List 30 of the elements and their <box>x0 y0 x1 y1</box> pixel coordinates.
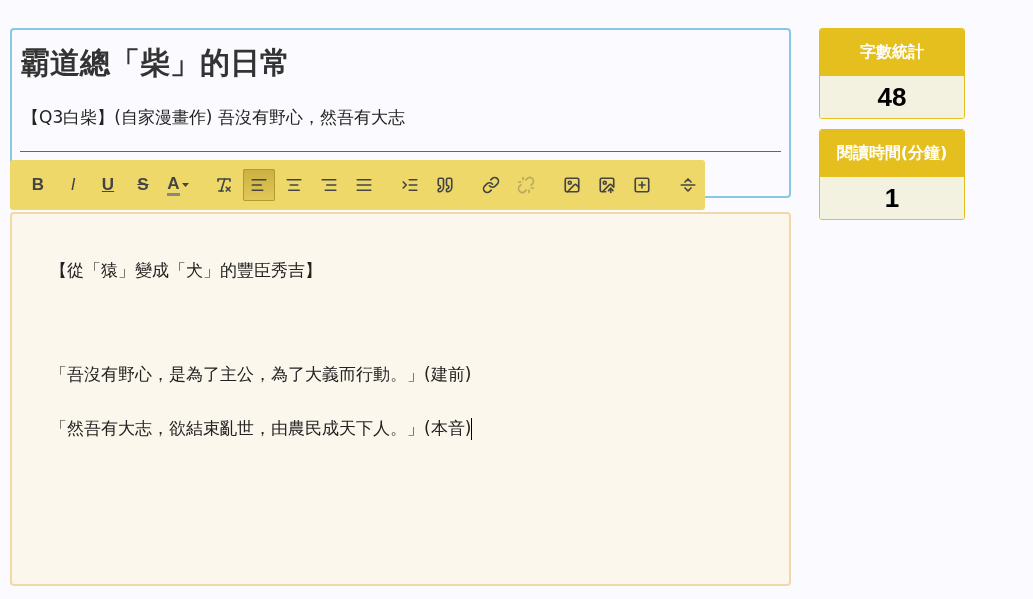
image-icon <box>563 176 581 194</box>
align-right-icon <box>320 176 338 194</box>
text-color-button[interactable]: A <box>162 169 194 201</box>
align-left-button[interactable] <box>243 169 275 201</box>
unlink-icon <box>517 176 535 194</box>
editor-paragraph: 「吾沒有野心，是為了主公，為了大義而行動。」(建前) <box>50 363 473 386</box>
stat-value: 48 <box>820 76 964 118</box>
clear-format-icon <box>215 176 233 194</box>
add-block-icon <box>633 176 651 194</box>
caret-icon <box>181 183 189 187</box>
stat-label: 字數統計 <box>820 29 964 76</box>
bold-button[interactable]: B <box>22 169 54 201</box>
strike-button[interactable]: S <box>127 169 159 201</box>
post-title[interactable]: 霸道總「柴」的日常 <box>20 42 781 84</box>
horizontal-rule-icon <box>679 176 697 194</box>
editor-paragraph: 【從「猿」變成「犬」的豐臣秀吉】 <box>50 259 323 282</box>
underline-button[interactable]: U <box>92 169 124 201</box>
stat-label: 閱讀時間(分鐘) <box>820 130 964 177</box>
post-subtitle[interactable]: 【Q3白柴】(自家漫畫作) 吾沒有野心，然吾有大志 <box>20 106 781 129</box>
editor-paragraph: 「然吾有大志，欲結束亂世，由農民成天下人。」(本音) <box>50 417 474 440</box>
link-icon <box>482 176 500 194</box>
quote-icon <box>436 176 454 194</box>
editor-area[interactable]: 【從「猿」變成「犬」的豐臣秀吉】 「吾沒有野心，是為了主公，為了大義而行動。」(建前) 「然吾有大志，欲結束亂世，由農民成天下人。」(本音) <box>10 212 791 586</box>
align-justify-icon <box>355 176 373 194</box>
indent-icon <box>401 176 419 194</box>
align-center-icon <box>285 176 303 194</box>
italic-button[interactable]: I <box>57 169 89 201</box>
image-upload-icon <box>598 176 616 194</box>
align-left-icon <box>250 176 268 194</box>
stat-value: 1 <box>820 177 964 219</box>
